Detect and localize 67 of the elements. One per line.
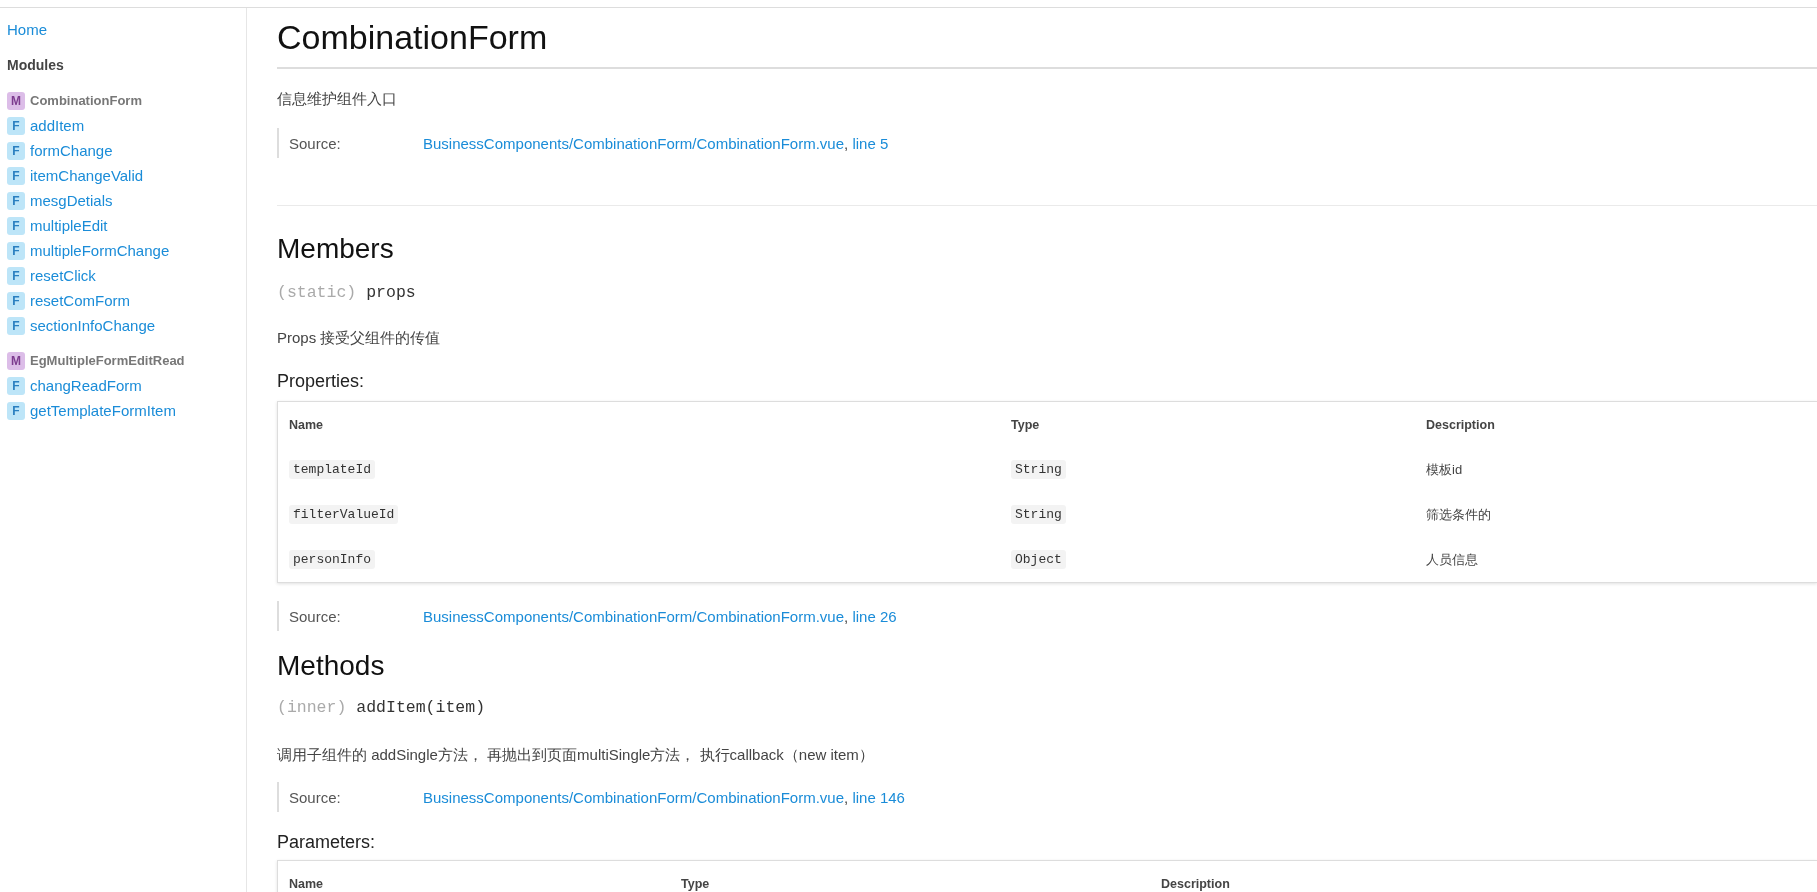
column-header: Description xyxy=(1161,876,1230,891)
member-signature: addItem(item) xyxy=(356,697,486,719)
module-badge: M xyxy=(7,91,25,110)
function-badge: F xyxy=(7,316,25,335)
source-label: Source: xyxy=(289,788,342,806)
function-link[interactable]: mesgDetials xyxy=(30,192,113,209)
function-badge: F xyxy=(7,141,25,160)
column-header: Type xyxy=(1011,417,1040,432)
function-link[interactable]: getTemplateFormItem xyxy=(30,402,176,419)
source-file-link[interactable]: BusinessComponents/CombinationForm/CombinationForm.vue xyxy=(423,788,845,806)
scope-label: (inner) xyxy=(277,697,347,719)
function-badge: F xyxy=(7,266,25,285)
function-link[interactable]: formChange xyxy=(30,142,113,159)
function-link[interactable]: sectionInfoChange xyxy=(30,317,156,334)
source-location: BusinessComponents/CombinationForm/CombinationForm.vue, line 26 xyxy=(423,607,897,625)
function-badge: F xyxy=(7,401,25,420)
column-header: Name xyxy=(289,876,324,891)
description-text: 人员信息 xyxy=(1426,550,1478,569)
module-link[interactable]: EgMultipleFormEditRead xyxy=(30,353,185,368)
member-description: Props 接受父组件的传值 xyxy=(277,328,441,348)
column-header: Type xyxy=(681,876,710,891)
parameter-name: templateId xyxy=(289,460,375,479)
type-name: String xyxy=(1011,505,1066,524)
section-heading: Methods xyxy=(277,649,385,683)
page-title: CombinationForm xyxy=(277,17,548,57)
function-badge: F xyxy=(7,376,25,395)
module-badge: M xyxy=(7,351,25,370)
type-name: String xyxy=(1011,460,1066,479)
source-line-link[interactable]: line 5 xyxy=(852,134,889,152)
function-badge: F xyxy=(7,241,25,260)
function-link[interactable]: resetClick xyxy=(30,267,96,284)
source-label: Source: xyxy=(289,607,342,625)
function-link[interactable]: addItem xyxy=(30,117,85,134)
function-badge: F xyxy=(7,191,25,210)
member-signature: props xyxy=(366,282,416,304)
source-location: BusinessComponents/CombinationForm/CombinationForm.vue, line 5 xyxy=(423,134,889,152)
module-link[interactable]: CombinationForm xyxy=(30,93,142,108)
column-header: Name xyxy=(289,417,324,432)
function-badge: F xyxy=(7,216,25,235)
scope-label: (static) xyxy=(277,282,357,304)
home-link[interactable]: Home xyxy=(7,19,47,41)
description-text: 模板id xyxy=(1426,460,1463,479)
function-badge: F xyxy=(7,291,25,310)
source-line-link[interactable]: line 26 xyxy=(852,607,897,625)
source-label: Source: xyxy=(289,134,342,152)
type-name: Object xyxy=(1011,550,1066,569)
modules-heading: Modules xyxy=(7,56,64,75)
function-badge: F xyxy=(7,116,25,135)
function-link[interactable]: changReadForm xyxy=(30,377,142,394)
parameter-name: filterValueId xyxy=(289,505,399,524)
table-heading: Properties: xyxy=(277,370,365,393)
method-description: 调用子组件的 addSingle方法， 再抛出到页面multiSingle方法， 执行callback（new item） xyxy=(277,745,874,765)
description-text: 筛选条件的 xyxy=(1426,505,1491,524)
function-link[interactable]: multipleFormChange xyxy=(30,242,170,259)
parameter-name: personInfo xyxy=(289,550,375,569)
source-file-link[interactable]: BusinessComponents/CombinationForm/CombinationForm.vue xyxy=(423,134,845,152)
source-location: BusinessComponents/CombinationForm/CombinationForm.vue, line 146 xyxy=(423,788,905,806)
source-line-link[interactable]: line 146 xyxy=(852,788,905,806)
column-header: Description xyxy=(1426,417,1495,432)
function-link[interactable]: multipleEdit xyxy=(30,217,108,234)
section-heading: Members xyxy=(277,232,394,266)
function-badge: F xyxy=(7,166,25,185)
source-file-link[interactable]: BusinessComponents/CombinationForm/CombinationForm.vue xyxy=(423,607,845,625)
module-description: 信息维护组件入口 xyxy=(277,89,397,109)
table-heading: Parameters: xyxy=(277,831,376,854)
function-link[interactable]: resetComForm xyxy=(30,292,130,309)
function-link[interactable]: itemChangeValid xyxy=(30,167,144,184)
